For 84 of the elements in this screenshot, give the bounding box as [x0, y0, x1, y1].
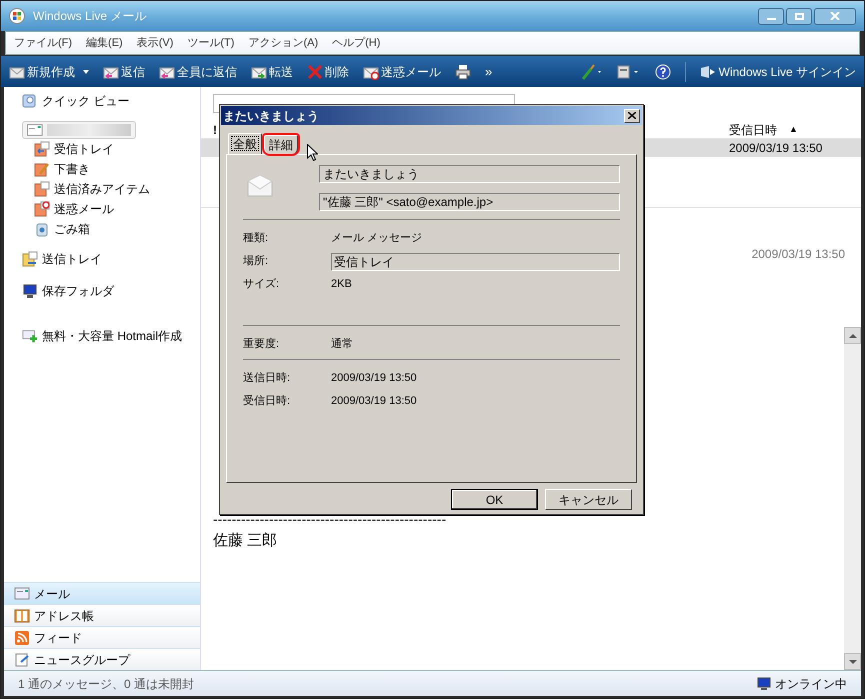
nav-item[interactable]: メール: [4, 582, 200, 604]
toolbar-button[interactable]: 迷惑メール: [363, 62, 441, 80]
paintbrush-icon[interactable]: [580, 64, 603, 80]
property-field[interactable]: 受信トレイ: [331, 252, 620, 270]
folder-item[interactable]: 送信済みアイテム: [34, 179, 182, 199]
folder-item[interactable]: 受信トレイ: [34, 139, 182, 159]
dialog-button[interactable]: キャンセル: [545, 489, 632, 510]
dialog-close-button[interactable]: [624, 108, 640, 122]
folder-item[interactable]: 下書き: [34, 159, 182, 179]
toolbar-button[interactable]: 返信: [103, 62, 145, 80]
delete-x-icon: [307, 64, 323, 80]
menu-item[interactable]: 表示(V): [136, 34, 174, 52]
folder-item[interactable]: ごみ箱: [34, 219, 182, 239]
monitor-icon: [757, 676, 771, 690]
account-icon: [27, 124, 43, 136]
menu-item[interactable]: アクション(A): [248, 34, 318, 52]
outbox-folder-icon: [22, 251, 38, 267]
column-title: 受信日時: [729, 122, 777, 138]
separator-line: --------------------------------------------------: [213, 512, 448, 526]
menu-item[interactable]: ファイル(F): [14, 34, 72, 52]
minimize-button[interactable]: [758, 8, 784, 24]
menu-item[interactable]: ツール(T): [187, 34, 234, 52]
signin-button[interactable]: Windows Live サインイン: [700, 62, 856, 80]
dialog-title: またいきましょう: [223, 108, 319, 124]
nav-item[interactable]: アドレス帳: [4, 604, 200, 626]
date-cell-text: 2009/03/19 13:50: [729, 140, 824, 157]
property-label: 送信日時:: [243, 371, 292, 386]
sender-field[interactable]: "佐藤 三郎" <sato@example.jp>: [319, 193, 620, 211]
app-logo-icon: [9, 8, 25, 24]
folder-icon: [34, 201, 50, 217]
property-label: 場所:: [243, 254, 270, 270]
property-value: メール メッセージ: [331, 231, 422, 246]
toolbar-button[interactable]: 全員に返信: [159, 62, 237, 80]
nav-item[interactable]: ニュースグループ: [4, 648, 200, 670]
monitor-icon: [22, 283, 38, 299]
property-value: 2KB: [331, 277, 352, 292]
property-value: 2009/03/19 13:50: [331, 371, 417, 386]
dialog-button[interactable]: OK: [451, 489, 538, 510]
column-header[interactable]: 受信日時 ▲: [729, 120, 861, 138]
sort-arrow: ▲: [789, 122, 798, 136]
subject-field[interactable]: またいきましょう: [319, 165, 620, 183]
mail-icon: [14, 586, 30, 600]
tab[interactable]: 詳細: [264, 135, 298, 154]
close-button[interactable]: [814, 8, 856, 24]
property-label: サイズ:: [243, 277, 280, 292]
newsgroup-icon: [14, 652, 30, 666]
status-text: 1 通のメッセージ、0 通は未開封: [18, 676, 194, 692]
add-account-icon: [22, 328, 38, 344]
toolbar-button[interactable]: 転送: [251, 62, 293, 80]
help-icon[interactable]: [654, 64, 671, 80]
property-label: 重要度:: [243, 336, 280, 352]
close-icon: [628, 112, 636, 119]
message-date: 2009/03/19 13:50: [752, 246, 845, 263]
close-icon: [830, 12, 840, 20]
envelope-icon: [247, 175, 273, 197]
maximize-button[interactable]: [786, 8, 812, 24]
sidebar-item[interactable]: 無料・大容量 Hotmail作成: [22, 326, 182, 346]
toolbar-button[interactable]: 新規作成: [9, 62, 89, 80]
property-label: 種類:: [243, 231, 270, 246]
sidebar-item[interactable]: 送信トレイ: [22, 249, 182, 269]
menu-item[interactable]: 編集(E): [86, 34, 123, 52]
feed-icon: [14, 630, 30, 644]
printer-icon[interactable]: [455, 64, 471, 80]
layout-icon[interactable]: [616, 64, 641, 80]
window-title: Windows Live メール: [33, 8, 146, 25]
folder-icon: [34, 181, 50, 197]
property-label: 受信日時:: [243, 394, 292, 410]
property-value: 2009/03/19 13:50: [331, 394, 417, 410]
tab[interactable]: 全般: [228, 133, 262, 154]
folder-icon: [34, 141, 50, 157]
folder-icon: [34, 161, 50, 177]
more-button[interactable]: »: [485, 62, 492, 82]
quick-view-item[interactable]: クイック ビュー: [22, 91, 182, 111]
toolbar-button[interactable]: 削除: [307, 62, 349, 80]
menu-item[interactable]: ヘルプ(H): [332, 34, 380, 52]
property-value: 通常: [331, 336, 353, 352]
scrollbar[interactable]: [844, 327, 861, 670]
connection-status: オンライン中: [775, 676, 847, 692]
folder-item[interactable]: 迷惑メール: [34, 199, 182, 219]
address-book-icon: [14, 608, 30, 622]
signature: 佐藤 三郎: [213, 530, 278, 550]
nav-item[interactable]: フィード: [4, 626, 200, 648]
sidebar-item[interactable]: 保存フォルダ: [22, 281, 182, 301]
magnifier-icon: [22, 94, 36, 108]
